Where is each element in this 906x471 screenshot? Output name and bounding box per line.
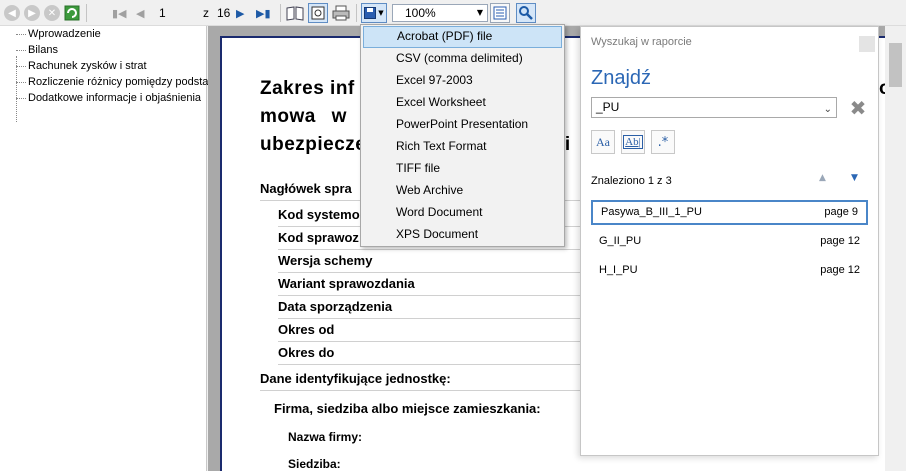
- search-result[interactable]: H_I_PU page 12: [591, 259, 868, 284]
- page-setup-button[interactable]: [308, 3, 328, 23]
- back-icon: ◀: [4, 5, 20, 21]
- arrow-down-icon: ▼: [851, 173, 858, 183]
- export-item-powerpoint[interactable]: PowerPoint Presentation: [363, 114, 562, 136]
- tree-item[interactable]: Rozliczenie różnicy pomiędzy podstaw: [16, 74, 216, 90]
- export-menu: Acrobat (PDF) file CSV (comma delimited)…: [360, 24, 565, 247]
- zoom-value: 100%: [405, 6, 436, 20]
- last-page-button[interactable]: ▶▮: [256, 3, 271, 23]
- print-button[interactable]: [332, 3, 350, 23]
- match-case-button[interactable]: Aa: [591, 130, 615, 154]
- export-item-pdf[interactable]: Acrobat (PDF) file: [363, 26, 562, 48]
- chevron-down-icon: ▼: [378, 9, 384, 17]
- export-item-web-archive[interactable]: Web Archive: [363, 180, 562, 202]
- search-icon: [519, 6, 533, 20]
- match-case-icon: Aa: [596, 134, 610, 149]
- results-count: Znaleziono 1 z 3: [591, 175, 672, 187]
- refresh-icon: [64, 5, 80, 21]
- previous-page-icon: ◀: [136, 6, 145, 20]
- clear-search-icon[interactable]: ✖: [847, 97, 869, 119]
- report-title-line: ubezpiecze: [260, 134, 367, 155]
- tree-item[interactable]: Dodatkowe informacje i objaśnienia: [16, 90, 201, 106]
- export-item-csv[interactable]: CSV (comma delimited): [363, 48, 562, 70]
- export-button[interactable]: ▼: [361, 3, 387, 23]
- search-result[interactable]: Pasywa_B_III_1_PU page 9: [591, 200, 868, 225]
- forward-button[interactable]: ▶: [24, 3, 40, 23]
- search-result[interactable]: G_II_PU page 12: [591, 230, 868, 255]
- result-page: page 12: [820, 264, 860, 276]
- export-item-word[interactable]: Word Document: [363, 202, 562, 224]
- arrow-up-icon: ▲: [819, 173, 826, 183]
- previous-page-button[interactable]: ◀: [136, 3, 144, 23]
- export-item-rtf[interactable]: Rich Text Format: [363, 136, 562, 158]
- export-item-xps[interactable]: XPS Document: [363, 224, 562, 246]
- next-page-icon: ▶: [236, 6, 245, 20]
- chevron-down-icon: ▼: [476, 8, 483, 17]
- stop-button[interactable]: ✕: [44, 3, 60, 23]
- tree-item[interactable]: Rachunek zysków i strat: [16, 58, 147, 74]
- panel-title: Wyszukaj w raporcie: [591, 36, 692, 48]
- first-page-button[interactable]: ▮◀: [112, 3, 127, 23]
- report-title-line: mowa w: [260, 106, 347, 127]
- search-input[interactable]: _PU ⌄: [591, 97, 837, 118]
- zoom-select[interactable]: 100% ▼: [392, 4, 488, 22]
- document-map: Wprowadzenie Bilans Rachunek zysków i st…: [0, 26, 216, 471]
- result-name: Pasywa_B_III_1_PU: [601, 206, 702, 218]
- stop-icon: ✕: [44, 5, 60, 21]
- report-toolbar: ◀ ▶ ✕ ▮◀ ◀ z 16 ▶ ▶▮ ▼ 100% ▼: [0, 0, 906, 26]
- tree-item[interactable]: Wprowadzenie: [16, 26, 101, 42]
- last-page-icon: ▶▮: [256, 6, 271, 20]
- export-item-tiff[interactable]: TIFF file: [363, 158, 562, 180]
- close-panel-button[interactable]: [859, 36, 875, 52]
- whole-word-button[interactable]: Ab|: [621, 130, 645, 154]
- scrollbar-thumb[interactable]: [889, 43, 902, 87]
- toggle-document-map-button[interactable]: [286, 3, 304, 23]
- find-button[interactable]: [516, 3, 536, 23]
- regex-button[interactable]: .*: [651, 130, 675, 154]
- vertical-scrollbar[interactable]: [885, 26, 906, 471]
- tree-item[interactable]: Bilans: [16, 42, 58, 58]
- refresh-button[interactable]: [64, 3, 80, 23]
- chevron-down-icon: ⌄: [823, 104, 832, 115]
- book-icon: [286, 6, 304, 21]
- export-item-excel-97[interactable]: Excel 97-2003: [363, 70, 562, 92]
- whole-word-icon: Ab|: [623, 135, 643, 149]
- page-number-input[interactable]: [155, 4, 197, 22]
- previous-result-button[interactable]: ▲: [819, 173, 826, 183]
- page-total: 16: [217, 6, 231, 20]
- report-title-line: Zakres inf: [260, 78, 355, 99]
- search-query: _PU: [596, 100, 620, 114]
- page-layout-icon: [493, 6, 507, 20]
- result-name: H_I_PU: [599, 264, 638, 276]
- next-page-button[interactable]: ▶: [236, 3, 244, 23]
- back-button[interactable]: ◀: [4, 3, 20, 23]
- export-item-excel-worksheet[interactable]: Excel Worksheet: [363, 92, 562, 114]
- forward-icon: ▶: [24, 5, 40, 21]
- page-setup-icon: [311, 6, 325, 20]
- regex-icon: .*: [657, 134, 669, 150]
- result-page: page 12: [820, 235, 860, 247]
- find-heading: Znajdź: [591, 67, 652, 89]
- result-name: G_II_PU: [599, 235, 642, 247]
- next-result-button[interactable]: ▼: [851, 173, 858, 183]
- first-page-icon: ▮◀: [112, 6, 127, 20]
- printer-icon: [332, 5, 350, 21]
- save-icon: [364, 7, 377, 19]
- page-of-label: z: [203, 6, 209, 20]
- result-page: page 9: [824, 206, 858, 218]
- page-layout-button[interactable]: [490, 3, 510, 23]
- search-panel: Wyszukaj w raporcie Znajdź _PU ⌄ ✖ Aa Ab…: [580, 26, 879, 456]
